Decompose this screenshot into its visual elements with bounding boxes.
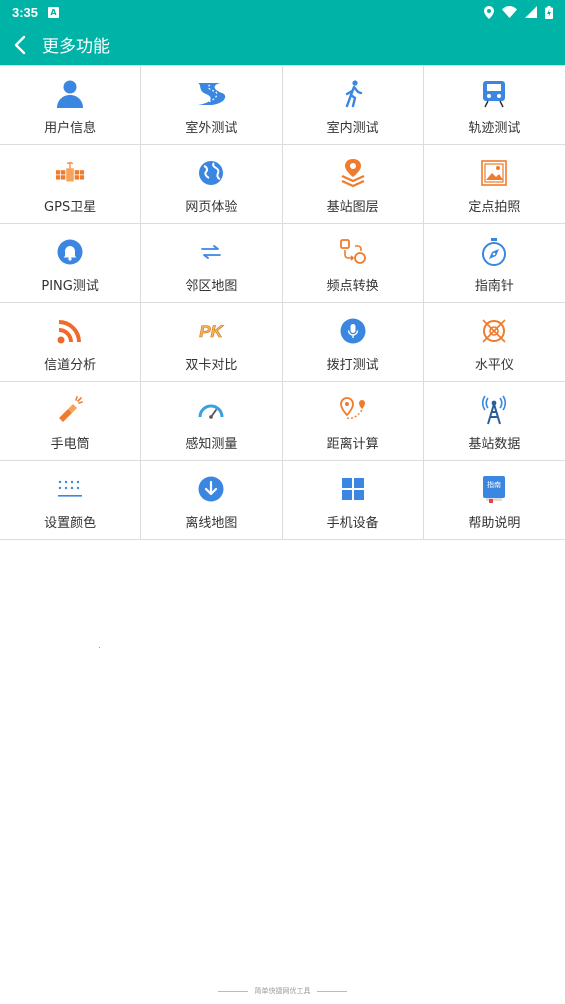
feature-label: 基站图层 — [326, 200, 379, 215]
feature-set-color[interactable]: 设置颜色 — [0, 461, 142, 540]
footer-divider-right — [316, 990, 347, 992]
feature-channel-analysis[interactable]: 信道分析 — [0, 303, 142, 382]
feature-base-station-layers[interactable]: 基站图层 — [282, 145, 424, 224]
feature-label: 定点拍照 — [468, 200, 521, 215]
feature-label: 离线地图 — [185, 516, 238, 531]
feature-indoor-test[interactable]: 室内测试 — [282, 66, 424, 145]
feature-ping-test[interactable]: PING测试 — [0, 224, 142, 303]
bell-icon — [55, 237, 85, 267]
flashlight-icon — [55, 395, 85, 425]
feature-track-test[interactable]: 轨迹测试 — [423, 66, 565, 145]
footer-divider-left — [218, 990, 249, 992]
photo-icon — [479, 158, 509, 188]
feature-label: 轨迹测试 — [468, 121, 521, 136]
feature-label: 手电筒 — [50, 437, 90, 452]
feature-label: 指南针 — [474, 279, 514, 294]
wifi-icon — [502, 6, 517, 18]
battery-icon — [545, 5, 553, 19]
signal-icon — [525, 6, 537, 18]
antenna-tower-icon — [479, 395, 509, 425]
feature-label: 信道分析 — [44, 358, 97, 373]
feature-grid: 用户信息 室外测试 室内测试 轨迹测试 GPS卫星 网页体验 基站图层 定点拍照… — [0, 65, 565, 540]
guide-book-icon: 指南 — [479, 474, 509, 504]
page-title: 更多功能 — [42, 37, 110, 57]
feature-user-info[interactable]: 用户信息 — [0, 66, 142, 145]
train-icon — [479, 79, 509, 109]
feature-label: 邻区地图 — [185, 279, 238, 294]
feature-label: 感知测量 — [185, 437, 238, 452]
back-arrow-icon — [14, 35, 26, 54]
status-time: 3:35 — [12, 4, 39, 20]
road-icon — [196, 79, 226, 109]
feature-compass[interactable]: 指南针 — [423, 224, 565, 303]
pk-icon: PK — [196, 316, 226, 346]
feature-label: 室内测试 — [326, 121, 379, 136]
feature-web-experience[interactable]: 网页体验 — [141, 145, 283, 224]
feature-distance-calc[interactable]: 距离计算 — [282, 382, 424, 461]
feature-label: 距离计算 — [326, 437, 379, 452]
feature-fixed-point-photo[interactable]: 定点拍照 — [423, 145, 565, 224]
user-icon — [55, 79, 85, 109]
feature-outdoor-test[interactable]: 室外测试 — [141, 66, 283, 145]
feature-label: 网页体验 — [185, 200, 238, 215]
feature-label: 双卡对比 — [185, 358, 238, 373]
feature-frequency-conversion[interactable]: 频点转换 — [282, 224, 424, 303]
footer-text: 简单快捷网优工具 — [254, 987, 311, 995]
stray-dot — [99, 647, 100, 648]
feature-label: 室外测试 — [185, 121, 238, 136]
feature-help-guide[interactable]: 指南 帮助说明 — [423, 461, 565, 540]
guide-badge-text: 指南 — [487, 480, 501, 489]
pk-text: PK — [200, 322, 225, 341]
distance-icon — [338, 395, 368, 425]
feature-neighbor-map[interactable]: 邻区地图 — [141, 224, 283, 303]
feature-level[interactable]: 水平仪 — [423, 303, 565, 382]
sim-badge-icon: A — [48, 6, 60, 18]
feature-label: 拨打测试 — [326, 358, 379, 373]
back-button[interactable] — [0, 24, 40, 65]
swap-arrows-icon — [196, 237, 226, 267]
footer: 简单快捷网优工具 — [0, 986, 565, 996]
feature-gps-satellite[interactable]: GPS卫星 — [0, 145, 142, 224]
feature-label: 帮助说明 — [468, 516, 521, 531]
speedometer-icon — [196, 395, 226, 425]
title-bar: 更多功能 — [0, 24, 565, 65]
feature-label: 基站数据 — [468, 437, 521, 452]
feature-offline-map[interactable]: 离线地图 — [141, 461, 283, 540]
feature-label: 手机设备 — [326, 516, 379, 531]
feature-flashlight[interactable]: 手电筒 — [0, 382, 142, 461]
status-icons — [484, 5, 553, 19]
feature-label: PING测试 — [41, 279, 99, 294]
windows-grid-icon — [338, 474, 368, 504]
feature-perception-measure[interactable]: 感知测量 — [141, 382, 283, 461]
feature-call-test[interactable]: 拨打测试 — [282, 303, 424, 382]
feature-phone-device[interactable]: 手机设备 — [282, 461, 424, 540]
feature-base-station-data[interactable]: 基站数据 — [423, 382, 565, 461]
status-bar: 3:35 A — [0, 0, 565, 24]
globe-icon — [196, 158, 226, 188]
feature-label: 频点转换 — [326, 279, 379, 294]
rss-icon — [55, 316, 85, 346]
dots-grid-icon — [55, 474, 85, 504]
map-layers-icon — [338, 158, 368, 188]
feature-label: 设置颜色 — [44, 516, 97, 531]
download-icon — [196, 474, 226, 504]
feature-label: 用户信息 — [44, 121, 97, 136]
microphone-icon — [338, 316, 368, 346]
feature-label: GPS卫星 — [44, 200, 97, 215]
satellite-icon — [55, 158, 85, 188]
feature-label: 水平仪 — [474, 358, 514, 373]
walking-person-icon — [338, 79, 368, 109]
app-root: 3:35 A 更多功能 用户信息 室外测试 室内测试 轨迹测试 GPS卫星 网页… — [0, 0, 565, 1004]
level-icon — [479, 316, 509, 346]
convert-icon — [338, 237, 368, 267]
location-icon — [484, 5, 494, 19]
feature-dual-sim-compare[interactable]: PK 双卡对比 — [141, 303, 283, 382]
compass-icon — [479, 237, 509, 267]
